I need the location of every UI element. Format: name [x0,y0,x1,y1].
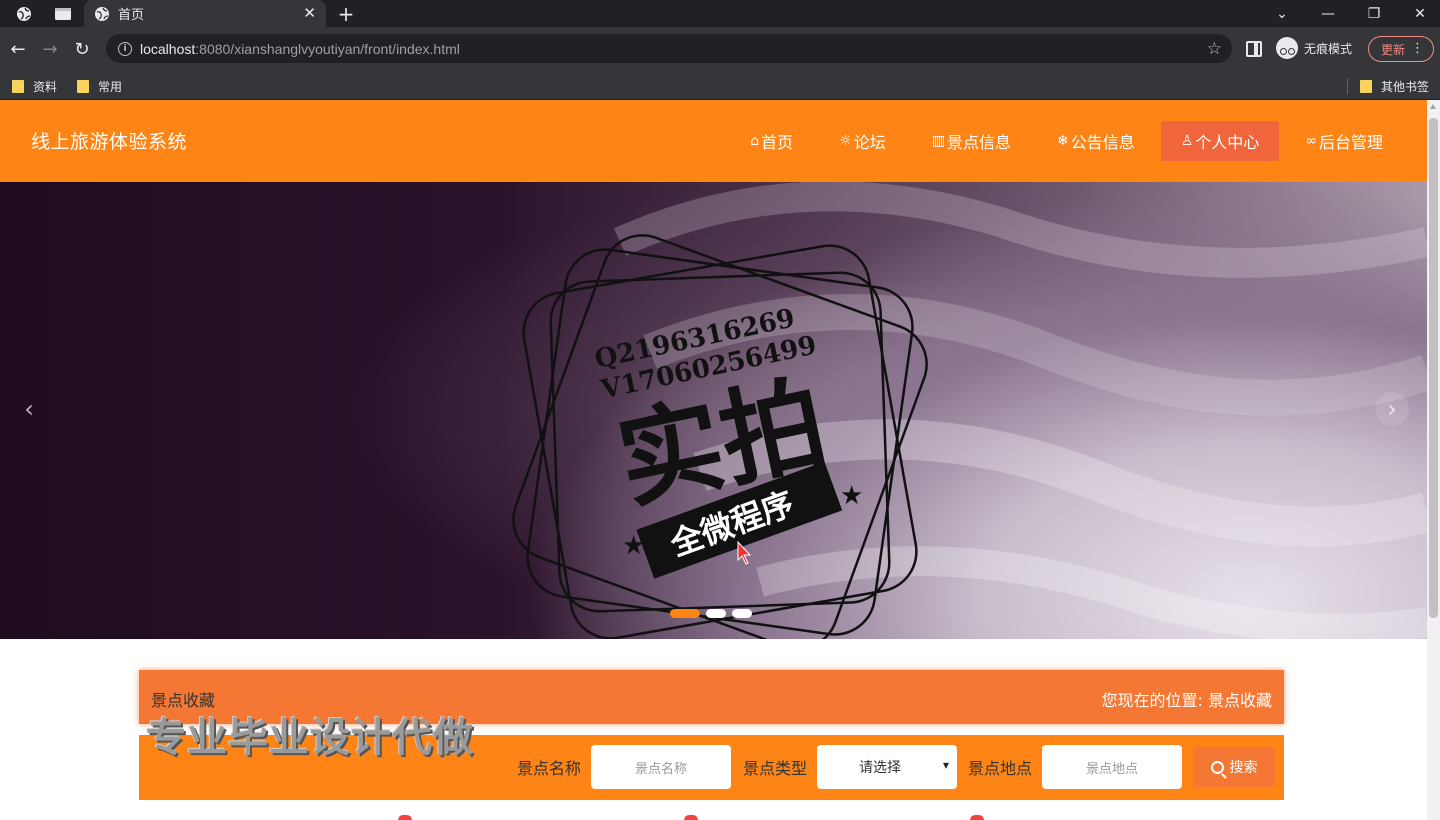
forward-icon[interactable]: → [36,35,64,63]
type-label: 景点类型 [743,759,808,778]
restore-icon[interactable]: ❐ [1354,0,1394,27]
folder-icon [12,79,24,93]
carousel-dot-1[interactable] [670,609,700,618]
chevron-down-icon: ▾ [942,758,950,772]
location-input[interactable]: 景点地点 [1042,745,1183,789]
address-bar[interactable]: i localhost:8080/xianshanglvyoutiyan/fro… [106,34,1232,63]
nav-admin[interactable]: ∞ 后台管理 [1285,121,1403,161]
other-bookmarks[interactable]: 其他书签 [1360,76,1429,96]
back-icon[interactable]: ← [4,35,32,63]
banner-artwork: Q2196316269 V17060256499 实拍 全微程序 ★ ★ [512,182,1427,639]
nav-label: 个人中心 [1195,133,1260,152]
url-text: localhost:8080/xianshanglvyoutiyan/front… [140,40,460,57]
page-viewport: 线上旅游体验系统 ⌂ 首页 ☼ 论坛 ▥ 景点信息 ❄ 公告信息 ♙ 个人中心 ∞ 后台管理 [0,100,1440,820]
nav-home[interactable]: ⌂ 首页 [730,121,813,161]
browser-toolbar: ← → ↻ i localhost:8080/xianshanglvyoutiy… [0,27,1440,72]
reload-icon[interactable]: ↻ [68,35,96,63]
globe-icon[interactable] [8,0,40,27]
folder-icon [77,79,89,93]
next-slide-icon[interactable]: › [1375,392,1409,426]
site-header: 线上旅游体验系统 ⌂ 首页 ☼ 论坛 ▥ 景点信息 ❄ 公告信息 ♙ 个人中心 ∞ 后台管理 [0,100,1427,182]
search-button[interactable]: 搜索 [1193,747,1275,787]
overlay-watermark-text: 专业毕业设计代做 [146,715,474,761]
prev-slide-icon[interactable]: ‹ [12,392,46,426]
side-panel-icon[interactable] [1246,41,1262,57]
link-icon: ∞ [1305,133,1317,149]
star-icon: ★ [840,481,863,511]
tab-search-icon[interactable] [46,0,80,27]
content-peek [684,815,698,820]
bookmark-folder-changyong[interactable]: 常用 [77,76,122,96]
bookmark-folder-ziliao[interactable]: 资料 [12,76,57,96]
minimize-icon[interactable]: — [1308,0,1348,27]
nav-attractions[interactable]: ▥ 景点信息 [912,121,1031,161]
nav-forum[interactable]: ☼ 论坛 [819,121,906,161]
location-label: 景点地点 [968,759,1033,778]
update-label: 更新 [1381,42,1406,57]
name-label: 景点名称 [517,759,582,778]
breadcrumb-current[interactable]: 景点收藏 [1208,691,1272,710]
search-button-label: 搜索 [1229,760,1258,776]
bookmark-divider [1347,78,1348,94]
type-select[interactable]: 请选择 ▾ [817,745,958,789]
globe-icon [95,6,109,21]
site-title: 线上旅游体验系统 [31,131,188,153]
name-field: 景点名称 景点名称 [517,745,732,789]
page-scrollbar[interactable] [1427,100,1440,820]
nav-label: 论坛 [853,133,886,152]
bookmark-star-icon[interactable]: ☆ [1207,39,1222,59]
user-icon: ♙ [1180,133,1194,149]
carousel-dot-3[interactable] [732,609,752,618]
menu-icon[interactable]: ⋮ [1411,41,1424,57]
carousel-dots [670,609,758,618]
search-icon [1210,760,1224,774]
tab-home[interactable]: 首页 ✕ [84,0,326,27]
location-field: 景点地点 景点地点 [968,745,1183,789]
incognito-indicator[interactable]: 无痕模式 [1276,37,1352,59]
snowflake-icon: ❄ [1056,133,1069,149]
star-icon: ★ [622,531,645,561]
name-input[interactable]: 景点名称 [591,745,732,789]
other-bookmarks-label: 其他书签 [1381,79,1430,94]
type-select-value: 请选择 [859,760,902,776]
close-icon[interactable]: ✕ [303,6,316,21]
incognito-label: 无痕模式 [1304,41,1353,56]
bookmark-label: 常用 [98,79,123,94]
nav-label: 首页 [761,133,794,152]
content-peek [970,815,984,820]
nav-announcements[interactable]: ❄ 公告信息 [1037,121,1155,161]
content-peek [398,815,412,820]
new-tab-icon[interactable]: + [334,0,358,27]
carousel-dot-2[interactable] [706,609,726,618]
update-button[interactable]: 更新 ⋮ [1368,36,1434,62]
breadcrumb-label: 您现在的位置: [1101,691,1203,710]
scroll-thumb[interactable] [1429,118,1438,618]
tab-title: 首页 [118,8,145,23]
forum-icon: ☼ [839,133,852,149]
scroll-up-icon[interactable] [1430,104,1436,109]
incognito-icon [1276,37,1298,59]
nav-label: 后台管理 [1318,133,1383,152]
breadcrumb: 您现在的位置: 景点收藏 [1101,687,1272,711]
bookmarks-bar: 资料 常用 其他书签 [0,72,1440,100]
nav-label: 景点信息 [946,133,1011,152]
main-nav: ⌂ 首页 ☼ 论坛 ▥ 景点信息 ❄ 公告信息 ♙ 个人中心 ∞ 后台管理 [724,121,1403,161]
browser-tab-strip: 首页 ✕ + ⌄ — ❐ ✕ [0,0,1440,27]
chevron-down-icon[interactable]: ⌄ [1262,0,1302,27]
folder-icon [1360,79,1372,93]
nav-profile[interactable]: ♙ 个人中心 [1160,121,1280,161]
nav-label: 公告信息 [1070,133,1135,152]
home-icon: ⌂ [750,133,760,149]
bookmark-label: 资料 [33,79,58,94]
type-field: 景点类型 请选择 ▾ [743,745,958,789]
banner-carousel[interactable]: Q2196316269 V17060256499 实拍 全微程序 ★ ★ ‹ › [0,182,1427,639]
building-icon: ▥ [931,133,945,149]
close-window-icon[interactable]: ✕ [1400,0,1440,27]
info-icon[interactable]: i [118,41,132,56]
